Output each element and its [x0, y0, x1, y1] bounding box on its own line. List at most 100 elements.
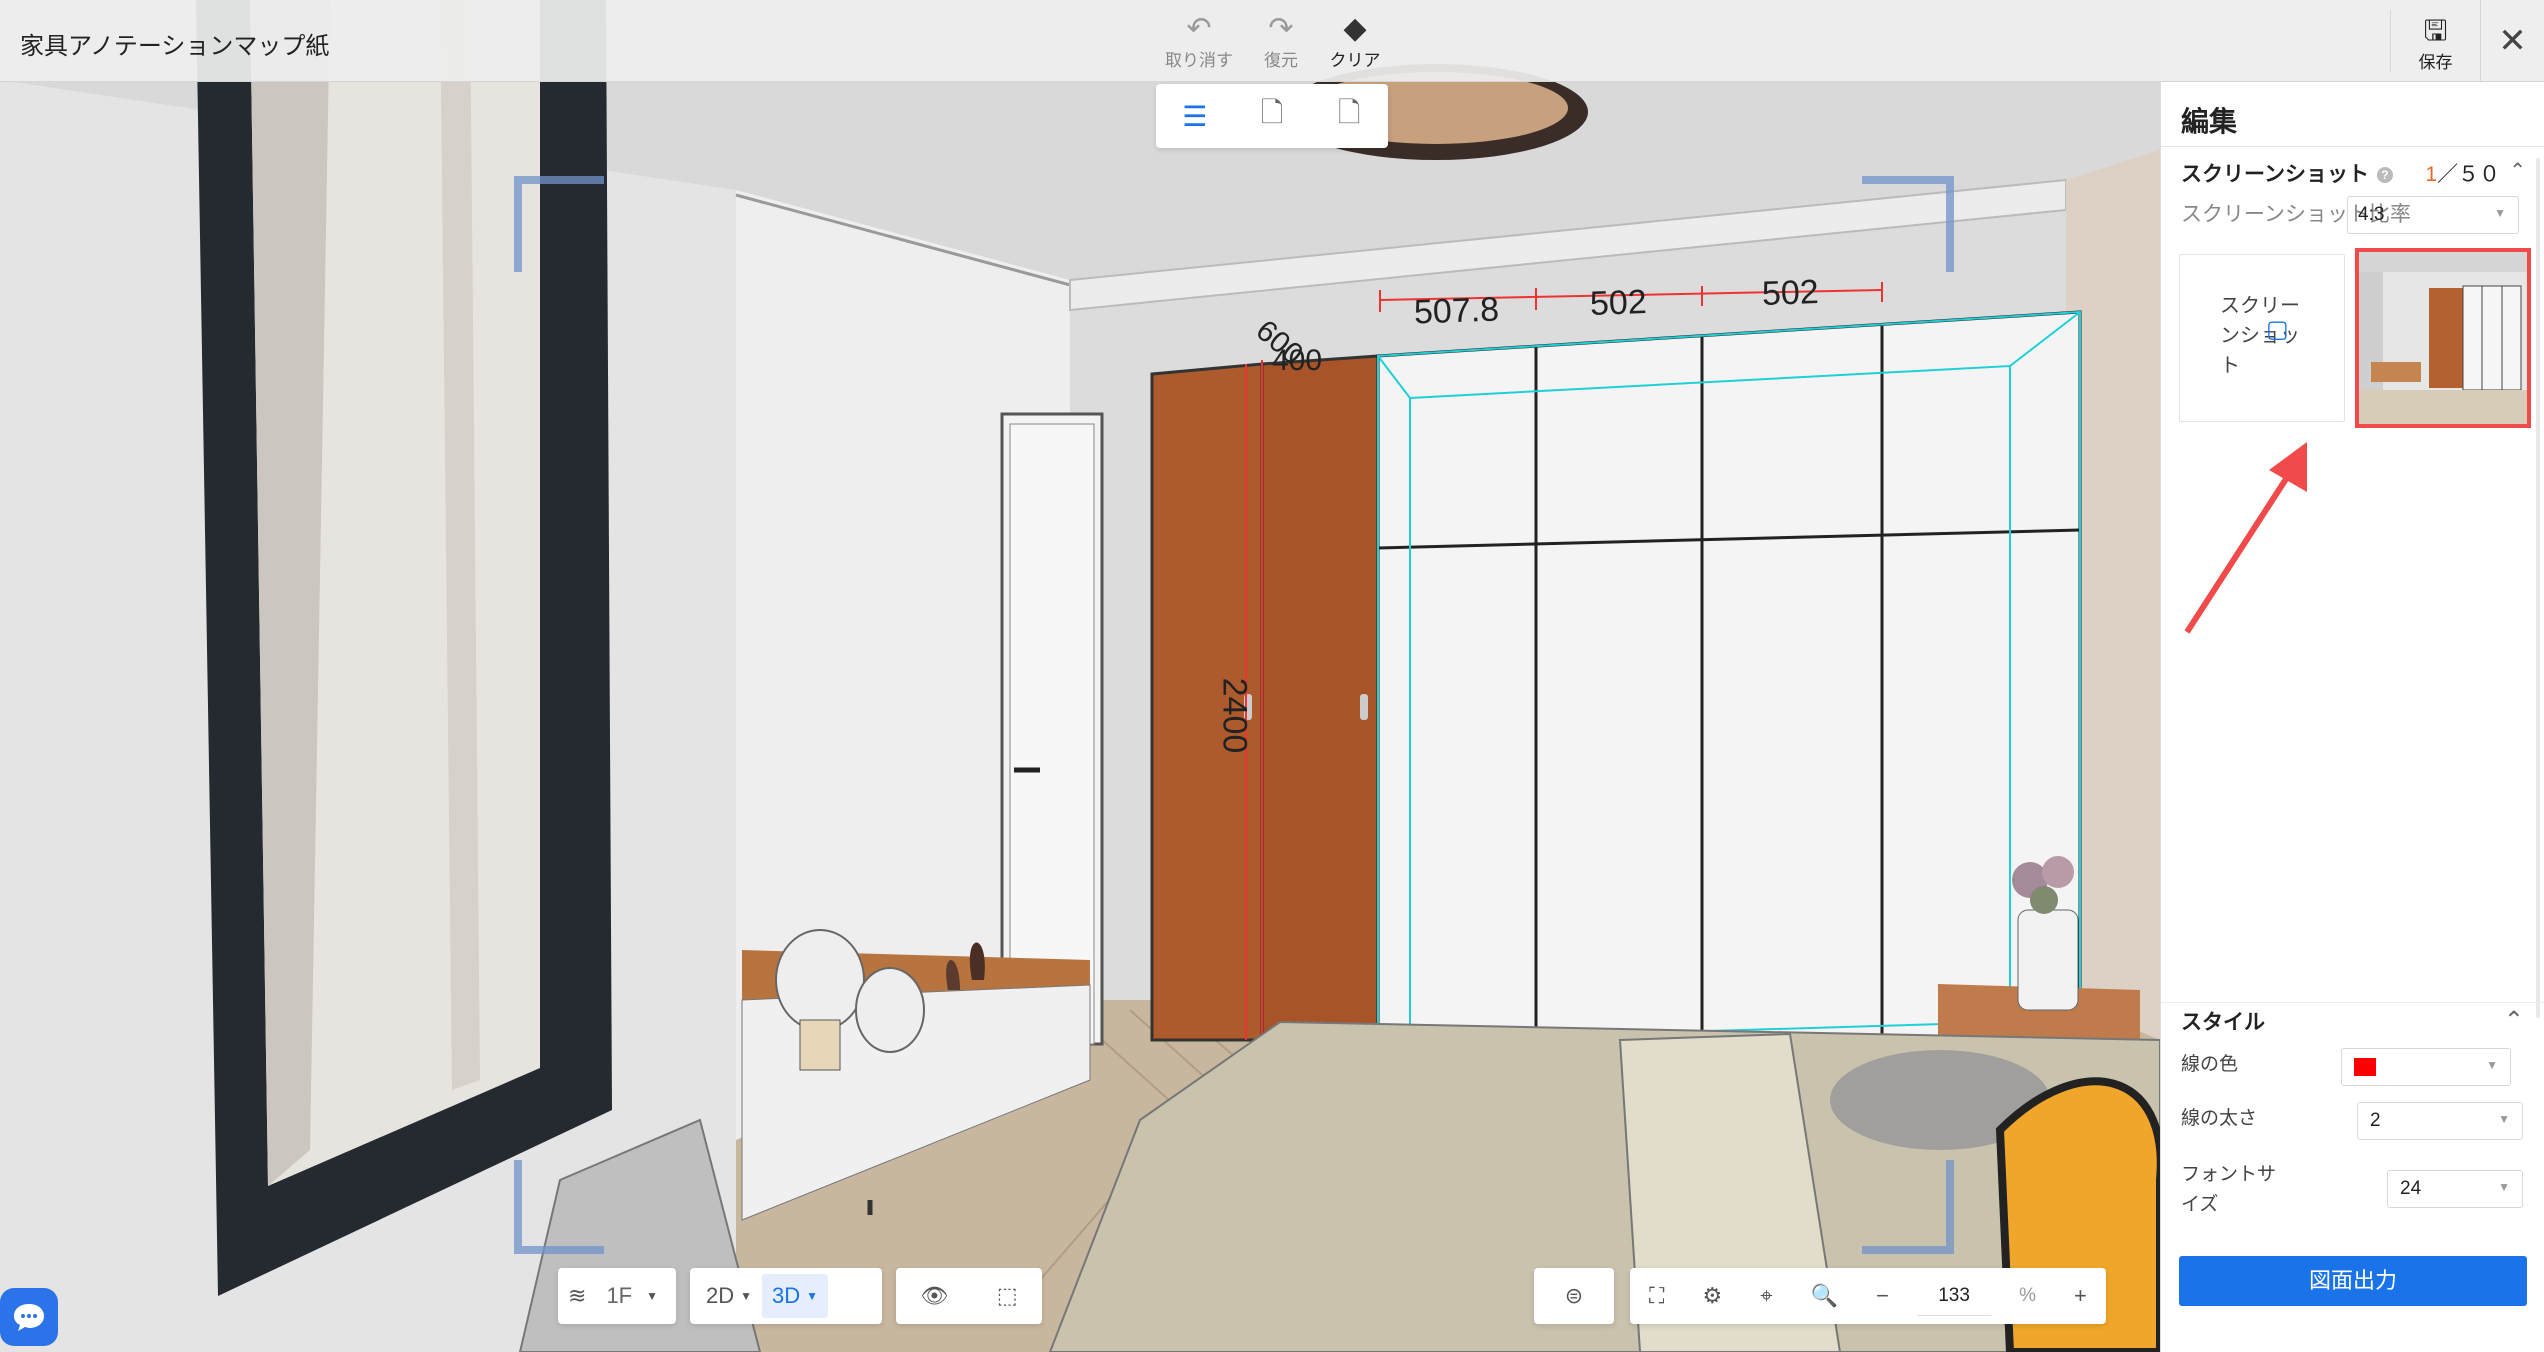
dimension-label-depth-2[interactable]: 400: [1272, 344, 1322, 378]
divider: [2161, 1002, 2544, 1003]
eye-button[interactable]: 👁: [910, 1274, 958, 1318]
doc-add-icon: 🗋: [1260, 97, 1284, 128]
view-settings-button[interactable]: ⚙: [1692, 1274, 1732, 1318]
component-annotation-tool[interactable]: 🗋: [1244, 92, 1300, 140]
line-width-value: 2: [2370, 1110, 2381, 1131]
close-icon: ✕: [2498, 22, 2527, 60]
chevron-up-icon[interactable]: ⌃: [2509, 158, 2526, 183]
line-color-swatch: [2354, 1057, 2376, 1076]
view-mode-switch: 2D ▼ 3D ▼: [690, 1268, 882, 1324]
view-2d-label: 2D: [706, 1283, 735, 1308]
eye-icon: 👁: [920, 1283, 949, 1308]
font-size-label: フォントサイズ: [2181, 1164, 2277, 1215]
zoom-area-button[interactable]: 🔍: [1801, 1274, 1848, 1318]
save-button[interactable]: 🖫 保存: [2390, 10, 2480, 72]
line-color-picker[interactable]: ▼: [2341, 1048, 2511, 1086]
text-annotation-icon: ☰: [1182, 100, 1208, 132]
minus-icon: −: [1876, 1283, 1889, 1308]
redo-label: 復元: [1264, 51, 1298, 70]
screenshot-count: 1／５０: [2425, 158, 2500, 188]
save-label: 保存: [2418, 53, 2453, 72]
dimension-label-height[interactable]: 2400: [1214, 678, 1253, 754]
crop-icon: ▢: [2266, 316, 2289, 343]
visibility-tools: 👁 ⬚: [896, 1268, 1042, 1324]
font-size-value: 24: [2400, 1178, 2422, 1199]
zoom-input[interactable]: 133: [1917, 1276, 1992, 1316]
screenshot-section-title: スクリーンショット?: [2181, 158, 2393, 188]
zoom-in-button[interactable]: +: [2064, 1274, 2097, 1318]
chevron-down-icon: ▼: [2498, 1112, 2510, 1126]
font-size-select[interactable]: 24 ▼: [2387, 1170, 2523, 1208]
divider: [2161, 146, 2544, 147]
white-wardrobe: [1376, 310, 2082, 1042]
chat-icon: [14, 1304, 44, 1331]
annotation-mode-toolbar: ☰ 🗋 🗋: [1156, 84, 1388, 148]
chevron-down-icon: ▼: [2494, 206, 2506, 220]
fit-view-button[interactable]: ⛶: [1639, 1274, 1674, 1318]
app-title: 家具アノテーションマップ紙: [20, 33, 330, 60]
line-width-label: 線の太さ: [2181, 1108, 2258, 1129]
clear-label: クリア: [1329, 51, 1381, 70]
close-button[interactable]: ✕: [2480, 0, 2544, 82]
layers-icon: ≋: [568, 1283, 587, 1308]
zoom-search-icon: 🔍: [1810, 1283, 1839, 1308]
edit-panel: 編集 スクリーンショット? 1／５０ ⌃ スクリーンショット比率 4:3 ▼ ス…: [2160, 82, 2544, 1352]
top-bar: 家具アノテーションマップ紙 ↶ 取り消す ↷ 復元 ◆ クリア 🖫 保存 ✕: [0, 0, 2544, 82]
ratio-value: 4:3: [2358, 204, 2385, 225]
room-3d-render: [0, 0, 2160, 1352]
chevron-down-icon: ▼: [806, 1289, 819, 1303]
toggle-settings: ⊜: [1534, 1268, 1614, 1324]
view-3d-label: 3D: [772, 1283, 801, 1308]
save-icon: 🖫: [2423, 15, 2448, 46]
style-section-title: スタイル: [2181, 1011, 2265, 1034]
undo-label: 取り消す: [1165, 51, 1233, 70]
chevron-up-icon[interactable]: ⌃: [2504, 1006, 2524, 1035]
cube-button[interactable]: ⬚: [987, 1274, 1028, 1318]
view-3d-button[interactable]: 3D ▼: [762, 1274, 829, 1318]
screenshot-thumbnail[interactable]: [2355, 248, 2531, 428]
add-screenshot-button[interactable]: スクリーンショット ▢: [2179, 254, 2345, 422]
chat-button[interactable]: [0, 1288, 58, 1346]
export-drawing-button[interactable]: 図面出力: [2179, 1256, 2527, 1306]
screenshot-count-total: ／５０: [2437, 163, 2500, 186]
wood-wardrobe: [1150, 354, 1380, 1042]
help-icon[interactable]: ?: [2376, 167, 2393, 184]
zoom-out-button[interactable]: −: [1866, 1274, 1899, 1318]
canvas-viewport[interactable]: 507.8 502 502 600 400 2400: [0, 0, 2160, 1352]
undo-icon: ↶: [1186, 12, 1212, 45]
cube-icon: ⬚: [996, 1283, 1018, 1308]
view-settings-icon: ⚙: [1702, 1283, 1723, 1308]
zoom-unit: %: [2019, 1285, 2036, 1306]
line-width-select[interactable]: 2 ▼: [2357, 1102, 2523, 1140]
add-screenshot-label: スクリーンショット: [2220, 295, 2300, 377]
undo-button[interactable]: ↶ 取り消す: [1154, 12, 1244, 71]
focus-button[interactable]: ⌖: [1750, 1274, 1782, 1318]
chevron-down-icon: ▼: [2498, 1180, 2510, 1194]
dimension-label-top-2[interactable]: 502: [1589, 283, 1647, 324]
dimension-label-top-3[interactable]: 502: [1761, 273, 1819, 314]
screenshot-count-current: 1: [2425, 163, 2437, 186]
eraser-icon: ◆: [1343, 12, 1367, 45]
floor-selector[interactable]: ≋ 1F ▼: [558, 1268, 676, 1324]
panel-scrollbar[interactable]: [2536, 158, 2540, 1018]
dimension-label-top-1[interactable]: 507.8: [1413, 291, 1499, 333]
fit-view-icon: ⛶: [1649, 1283, 1665, 1308]
chevron-down-icon: ▼: [2486, 1058, 2498, 1072]
toggle-button[interactable]: ⊜: [1555, 1274, 1593, 1318]
chevron-down-icon: ▼: [646, 1289, 659, 1303]
line-color-label: 線の色: [2181, 1054, 2239, 1075]
wall-mirror: [196, 0, 612, 1296]
view-tools: ⛶ ⚙ ⌖ 🔍 − 133 % +: [1630, 1268, 2106, 1324]
plus-icon: +: [2074, 1283, 2087, 1308]
clear-button[interactable]: ◆ クリア: [1310, 12, 1400, 71]
view-2d-button[interactable]: 2D ▼: [696, 1274, 762, 1318]
floor-value: 1F: [606, 1283, 633, 1308]
focus-icon: ⌖: [1760, 1283, 1773, 1308]
room-door: [1000, 412, 1104, 1046]
component-remove-tool[interactable]: 🗋: [1321, 92, 1377, 140]
text-annotation-tool[interactable]: ☰: [1167, 92, 1223, 140]
panel-title: 編集: [2181, 106, 2238, 137]
screenshot-title: スクリーンショット: [2181, 163, 2369, 186]
doc-remove-icon: 🗋: [1338, 97, 1361, 128]
ratio-select[interactable]: 4:3 ▼: [2347, 196, 2519, 234]
